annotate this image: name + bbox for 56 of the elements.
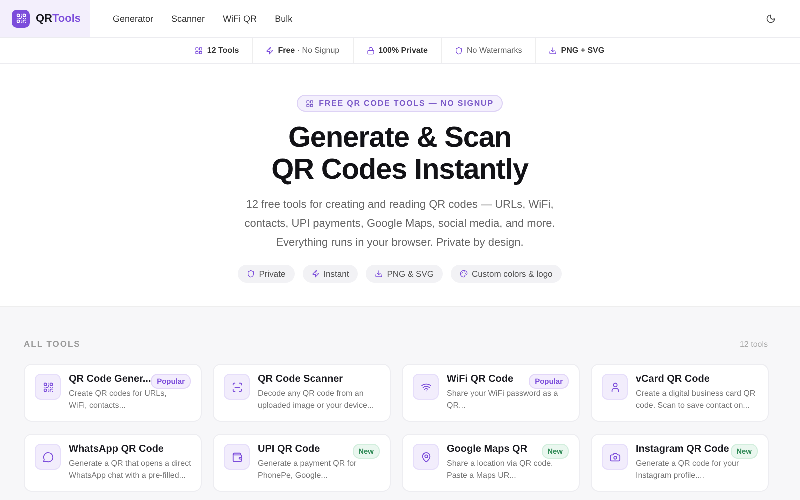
feature-label: Free · No Signup xyxy=(278,46,340,55)
feature-label: 12 Tools xyxy=(207,46,240,55)
tool-description: Generate a QR that opens a direct WhatsApp chat with a pre-filled... xyxy=(69,458,192,481)
map-pin-icon xyxy=(413,444,439,470)
tool-title: UPI QR Code xyxy=(258,444,320,455)
tool-card[interactable]: WhatsApp QR Code Generate a QR that opens a direct WhatsApp chat with a pre-filled... xyxy=(24,434,202,492)
bolt-icon xyxy=(312,270,320,278)
scan-icon xyxy=(224,374,250,400)
tool-title: QR Code Scanner xyxy=(258,374,344,385)
wallet-icon xyxy=(224,444,250,470)
bolt-icon xyxy=(266,46,274,54)
wifi-icon xyxy=(413,374,439,400)
tool-description: Share your WiFi password as a QR... xyxy=(447,388,559,411)
tool-description: Generate a payment QR for PhonePe, Google... xyxy=(258,458,358,481)
feature-label: PNG + SVG xyxy=(561,46,605,55)
shield-icon xyxy=(455,46,463,54)
nav-link[interactable]: Scanner xyxy=(162,14,214,24)
tool-card[interactable]: QR Code Scanner Decode any QR code from an uploaded image or your device... xyxy=(213,364,391,422)
tool-description: Create QR codes for URLs, WiFi, contacts... xyxy=(69,388,168,411)
section-heading: ALL TOOLS xyxy=(24,339,81,349)
feature-label: No Watermarks xyxy=(467,46,522,55)
eyebrow-badge: FREE QR CODE TOOLS — NO SIGNUP xyxy=(297,95,503,112)
tool-title: WiFi QR Code xyxy=(447,374,514,385)
feature-chip: PNG & SVG xyxy=(366,265,443,283)
nav-link[interactable]: Bulk xyxy=(266,14,302,24)
feature-chip: Instant xyxy=(302,265,358,283)
tool-card[interactable]: vCard QR Code Create a digital business card QR code. Scan to save contact on... xyxy=(591,364,769,422)
download-icon xyxy=(375,270,384,278)
palette-icon xyxy=(460,270,468,278)
tool-description: Create a digital business card QR code. Scan to save contact on... xyxy=(636,388,757,411)
feature-label: 100% Private xyxy=(378,46,428,55)
user-icon xyxy=(602,374,628,400)
tool-count: 12 tools xyxy=(740,340,768,348)
shield-icon xyxy=(247,270,256,278)
tool-description: Generate a QR code for your Instagram profile.... xyxy=(636,458,740,481)
logo-icon xyxy=(12,10,30,28)
qr-code-icon xyxy=(35,374,61,400)
download-icon xyxy=(549,46,558,54)
tool-description: Share a location via QR code. Paste a Maps UR... xyxy=(447,458,554,481)
chat-bubble-icon xyxy=(35,444,61,470)
tool-description: Decode any QR code from an uploaded image or your device... xyxy=(258,388,376,411)
lock-icon xyxy=(366,46,375,54)
tool-title: Instagram QR Code xyxy=(636,444,730,455)
nav-link[interactable]: Generator xyxy=(104,14,163,24)
grid-icon xyxy=(195,46,204,54)
feature-chip: Custom colors & logo xyxy=(450,265,562,283)
hero-subtitle: 12 free tools for creating and reading QR codes — URLs, WiFi, contacts, UPI payments, Google Maps, social media, and more. Everything runs in your browser. Private by design. xyxy=(244,198,556,251)
tool-title: WhatsApp QR Code xyxy=(69,444,164,455)
tool-title: Google Maps QR xyxy=(447,444,528,455)
brand-name[interactable]: QRTools xyxy=(36,12,82,24)
camera-icon xyxy=(602,444,628,470)
tool-title: vCard QR Code xyxy=(636,374,710,385)
nav-link[interactable]: WiFi QR xyxy=(214,14,266,24)
tool-title: QR Code Gener... xyxy=(69,374,152,385)
hero-title: Generate & Scan QR Codes Instantly xyxy=(272,122,528,186)
feature-chip: Private xyxy=(238,265,295,283)
